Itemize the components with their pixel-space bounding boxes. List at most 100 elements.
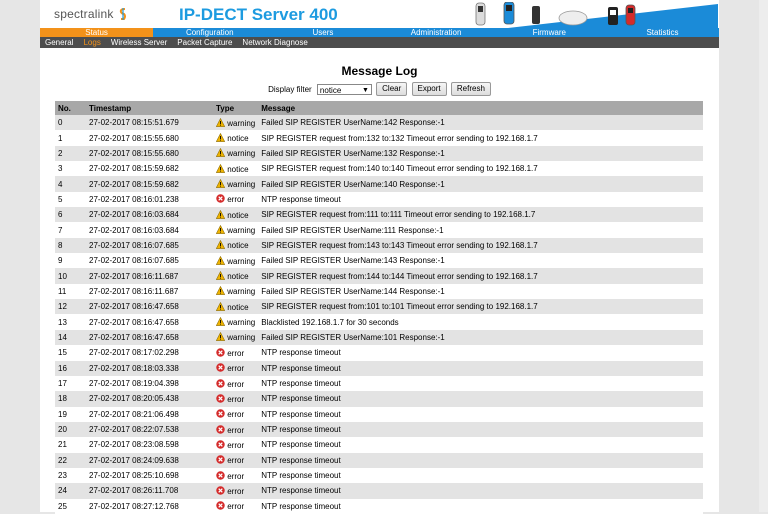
warning-icon	[216, 301, 225, 312]
cell-timestamp: 27-02-2017 08:16:47.658	[86, 314, 213, 330]
cell-no: 8	[55, 237, 86, 254]
display-filter-select[interactable]: notice ▼	[316, 83, 372, 95]
export-button[interactable]: Export	[411, 82, 447, 96]
type-label: warning	[227, 149, 256, 159]
cell-timestamp: 27-02-2017 08:16:01.238	[86, 191, 213, 208]
subtab-wireless-server[interactable]: Wireless Server	[106, 37, 172, 48]
top-navigation: Status Configuration Users Administratio…	[40, 28, 719, 37]
page-scrollbar[interactable]	[759, 0, 768, 512]
error-icon	[216, 363, 225, 373]
cell-message: Failed SIP REGISTER UserName:111 Respons…	[258, 222, 703, 238]
tab-status[interactable]: Status	[40, 28, 154, 37]
type-label: warning	[227, 180, 256, 190]
cell-message: NTP response timeout	[258, 360, 703, 376]
cell-type: notice	[213, 130, 259, 146]
table-row: 4 27-02-2017 08:15:59.682 warning Failed S…	[55, 176, 703, 192]
cell-message: Failed SIP REGISTER UserName:101 Respons…	[258, 329, 703, 346]
column-header-message: Message	[258, 101, 703, 115]
cell-type: warning	[213, 253, 259, 269]
page-title: Message Log	[341, 64, 418, 78]
chevron-down-icon: ▼	[361, 86, 369, 94]
type-label: error	[227, 486, 245, 496]
table-row: 22 27-02-2017 08:24:09.638 error NTP respo…	[55, 452, 703, 468]
error-icon	[216, 194, 225, 204]
display-filter-value: notice	[319, 85, 342, 95]
cell-type: notice	[213, 161, 259, 177]
warning-icon	[216, 332, 225, 342]
tab-firmware[interactable]: Firmware	[493, 28, 606, 37]
cell-timestamp: 27-02-2017 08:16:07.685	[86, 253, 213, 269]
type-label: error	[227, 348, 245, 358]
cell-message: SIP REGISTER request from:101 to:101 Tim…	[258, 299, 703, 315]
cell-type: warning	[213, 283, 259, 300]
cell-no: 12	[55, 299, 86, 315]
cell-type: warning	[213, 115, 259, 131]
cell-no: 0	[55, 115, 86, 131]
cell-message: SIP REGISTER request from:132 to:132 Tim…	[258, 130, 703, 146]
cell-message: SIP REGISTER request from:143 to:143 Tim…	[258, 237, 703, 254]
cell-message: NTP response timeout	[258, 345, 703, 361]
cell-no: 7	[55, 222, 86, 238]
cell-timestamp: 27-02-2017 08:16:03.684	[86, 222, 213, 238]
type-label: error	[227, 425, 245, 435]
error-icon	[216, 348, 225, 358]
cell-timestamp: 27-02-2017 08:15:59.682	[86, 176, 213, 192]
cell-type: notice	[213, 268, 259, 284]
refresh-button[interactable]: Refresh	[450, 82, 491, 96]
cell-type: warning	[213, 222, 259, 238]
brand-logo[interactable]: spectralink	[54, 7, 127, 21]
type-label: warning	[227, 118, 256, 128]
header: spectralink IP-DECT Server 400	[40, 0, 719, 28]
cell-no: 16	[55, 360, 86, 376]
column-header-timestamp: Timestamp	[86, 101, 213, 115]
subtab-packet-capture[interactable]: Packet Capture	[172, 37, 237, 48]
table-row: 19 27-02-2017 08:21:06.498 error NTP respo…	[55, 406, 703, 422]
error-icon	[216, 394, 225, 404]
tab-administration[interactable]: Administration	[380, 28, 493, 37]
warning-icon	[216, 179, 225, 189]
cell-timestamp: 27-02-2017 08:23:08.598	[86, 437, 213, 453]
table-row: 2 27-02-2017 08:15:55.680 warning Failed S…	[55, 145, 703, 162]
cell-timestamp: 27-02-2017 08:25:10.698	[86, 467, 213, 484]
cell-no: 11	[55, 283, 86, 300]
cell-timestamp: 27-02-2017 08:16:03.684	[86, 207, 213, 223]
cell-message: NTP response timeout	[258, 191, 703, 208]
table-row: 17 27-02-2017 08:19:04.398 error NTP respo…	[55, 375, 703, 392]
cell-timestamp: 27-02-2017 08:24:09.638	[86, 452, 213, 468]
cell-message: SIP REGISTER request from:140 to:140 Tim…	[258, 161, 703, 177]
table-row: 5 27-02-2017 08:16:01.238 error NTP respon…	[55, 191, 703, 208]
cell-no: 22	[55, 452, 86, 468]
cell-message: Failed SIP REGISTER UserName:143 Respons…	[258, 253, 703, 269]
subtab-network-diagnose[interactable]: Network Diagnose	[237, 37, 312, 48]
warning-icon	[216, 271, 225, 281]
tab-statistics[interactable]: Statistics	[606, 28, 719, 37]
cell-type: error	[213, 391, 259, 407]
table-row: 23 27-02-2017 08:25:10.698 error NTP respo…	[55, 467, 703, 484]
table-row: 6 27-02-2017 08:16:03.684 notice SIP REGIS…	[55, 207, 703, 223]
cell-no: 3	[55, 161, 86, 177]
type-label: error	[227, 394, 245, 404]
cell-type: warning	[213, 314, 259, 330]
type-label: warning	[227, 318, 256, 328]
cell-type: error	[213, 375, 259, 392]
cell-message: NTP response timeout	[258, 452, 703, 468]
tab-configuration[interactable]: Configuration	[153, 28, 266, 37]
cell-no: 24	[55, 483, 86, 499]
subtab-general[interactable]: General	[40, 37, 78, 48]
tab-users[interactable]: Users	[266, 28, 379, 37]
cell-message: NTP response timeout	[258, 375, 703, 392]
cell-timestamp: 27-02-2017 08:21:06.498	[86, 406, 213, 422]
type-label: notice	[227, 164, 249, 174]
cell-type: notice	[213, 207, 259, 223]
cell-no: 18	[55, 391, 86, 407]
subtab-logs[interactable]: Logs	[78, 37, 105, 48]
type-label: error	[227, 195, 245, 205]
cell-type: notice	[213, 237, 259, 254]
error-icon	[216, 455, 225, 465]
table-row: 21 27-02-2017 08:23:08.598 error NTP respo…	[55, 437, 703, 453]
cell-message: NTP response timeout	[258, 467, 703, 484]
cell-type: notice	[213, 299, 259, 315]
warning-icon	[216, 317, 225, 327]
clear-button[interactable]: Clear	[376, 82, 408, 96]
type-label: error	[227, 440, 245, 450]
